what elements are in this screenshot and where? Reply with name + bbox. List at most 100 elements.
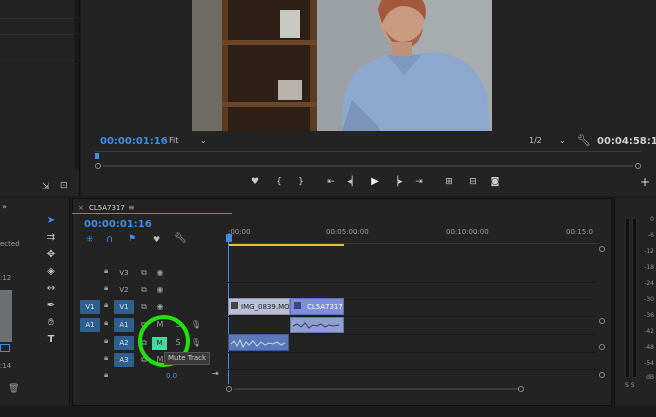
solo-meter-buttons[interactable]: S S bbox=[625, 382, 635, 389]
sync-lock-icon[interactable]: ⧉ bbox=[138, 266, 150, 280]
sync-lock-icon[interactable]: ⧉ bbox=[138, 353, 150, 367]
audio-clip[interactable] bbox=[228, 334, 289, 351]
mark-out-icon[interactable]: } bbox=[293, 177, 309, 187]
selection-tool-icon[interactable]: ➤ bbox=[40, 212, 62, 229]
lock-icon[interactable]: 🔒︎ bbox=[104, 370, 108, 380]
resolution-dropdown[interactable]: 1/2 ⌄ bbox=[529, 136, 571, 147]
lift-icon[interactable]: ⊞ bbox=[441, 177, 457, 187]
chevron-down-icon: ⌄ bbox=[559, 136, 566, 145]
ruler-label: 00:15:0 bbox=[566, 228, 593, 236]
tab-menu-icon[interactable]: ≡ bbox=[128, 203, 135, 212]
type-tool-icon[interactable]: T bbox=[40, 331, 62, 348]
add-marker-icon[interactable]: ♥ bbox=[247, 177, 263, 187]
step-back-icon[interactable]: ◂▏ bbox=[345, 177, 361, 187]
export-frame-icon[interactable]: ◙ bbox=[487, 177, 503, 187]
track-select-tool-icon[interactable]: ⇉ bbox=[40, 229, 62, 246]
clip-name: IMG_0839.MO bbox=[241, 303, 290, 311]
eye-icon[interactable]: ◉ bbox=[154, 266, 166, 280]
microphone-icon[interactable]: 🎙︎ bbox=[190, 336, 202, 350]
razor-tool-icon[interactable]: ◈ bbox=[40, 263, 62, 280]
video-frame bbox=[192, 0, 492, 131]
tooltip: Mute Track bbox=[164, 352, 211, 365]
time-ruler[interactable] bbox=[95, 151, 641, 152]
add-marker-icon[interactable]: ♥ bbox=[153, 235, 160, 244]
lock-icon[interactable]: 🔒︎ bbox=[104, 266, 108, 276]
track-target-a3[interactable]: A3 bbox=[114, 353, 134, 367]
horizontal-scrollbar[interactable] bbox=[226, 386, 600, 393]
new-item-icon[interactable]: ⊡ bbox=[60, 181, 68, 191]
vertical-scrollbar[interactable] bbox=[598, 246, 606, 386]
panel-scrollbar[interactable] bbox=[74, 0, 79, 170]
play-icon[interactable]: ▶ bbox=[367, 176, 383, 187]
scroll-track bbox=[234, 388, 518, 390]
expand-panel-icon[interactable]: » bbox=[2, 202, 7, 211]
playhead-marker[interactable] bbox=[95, 153, 99, 159]
trash-icon[interactable]: 🗑︎ bbox=[8, 384, 19, 394]
scroll-handle-left[interactable] bbox=[226, 386, 232, 392]
project-panel: ⇲ ⊡ bbox=[0, 0, 80, 196]
playhead-timecode[interactable]: 00:00:01:16 bbox=[84, 219, 152, 230]
go-to-end-icon[interactable]: ⇥ bbox=[212, 369, 219, 378]
video-image bbox=[192, 0, 492, 131]
extract-icon[interactable]: ⊟ bbox=[465, 177, 481, 187]
nest-icon[interactable]: ⁜ bbox=[86, 235, 94, 245]
lock-icon[interactable]: 🔒︎ bbox=[104, 353, 108, 363]
add-button-icon[interactable]: + bbox=[637, 175, 653, 189]
scroll-handle[interactable] bbox=[599, 246, 605, 252]
audio-waveform bbox=[230, 338, 286, 349]
pen-tool-icon[interactable]: ✒ bbox=[40, 297, 62, 314]
db-tick: -30 bbox=[644, 296, 654, 303]
wrench-icon[interactable]: 🔧︎ bbox=[577, 134, 591, 147]
track-lane-a1[interactable] bbox=[228, 318, 596, 335]
scroll-handle[interactable] bbox=[599, 344, 605, 350]
list-view-icon[interactable]: ⇲ bbox=[42, 182, 50, 192]
fx-badge-icon bbox=[231, 302, 238, 309]
work-area-bar[interactable] bbox=[228, 244, 344, 246]
track-lane-v3[interactable] bbox=[228, 266, 596, 283]
scroll-handle-right[interactable] bbox=[635, 163, 641, 169]
track-label-v3[interactable]: V3 bbox=[114, 266, 134, 280]
clip-thumbnail[interactable] bbox=[0, 290, 12, 342]
hand-tool-icon[interactable]: ✋︎ bbox=[40, 314, 62, 331]
timeline-settings-icon[interactable]: 🔧︎ bbox=[174, 233, 187, 244]
slip-tool-icon[interactable]: ↔ bbox=[40, 280, 62, 297]
close-tab-icon[interactable]: × bbox=[78, 204, 84, 212]
sequence-tab[interactable]: CL5A7317 bbox=[89, 204, 125, 212]
sync-lock-icon[interactable]: ⧉ bbox=[138, 283, 150, 297]
microphone-icon[interactable]: 🎙︎ bbox=[190, 318, 202, 332]
scroll-handle[interactable] bbox=[599, 318, 605, 324]
playhead-handle[interactable] bbox=[226, 234, 232, 242]
sync-lock-icon[interactable]: ⧉ bbox=[138, 300, 150, 314]
snap-icon[interactable]: ∩ bbox=[106, 234, 113, 245]
lock-icon[interactable]: 🔒︎ bbox=[104, 300, 108, 310]
lock-icon[interactable]: 🔒︎ bbox=[104, 283, 108, 293]
db-tick: 0 bbox=[650, 216, 654, 223]
source-patch-a1[interactable]: A1 bbox=[80, 318, 100, 332]
eye-icon[interactable]: ◉ bbox=[154, 283, 166, 297]
lock-icon[interactable]: 🔒︎ bbox=[104, 336, 108, 346]
track-lane-a3[interactable] bbox=[228, 353, 596, 370]
audio-meter-panel: 0 -6 -12 -18 -24 -30 -36 -42 -48 -54 dB … bbox=[614, 198, 656, 406]
ripple-edit-tool-icon[interactable]: ✥ bbox=[40, 246, 62, 263]
track-label-v2[interactable]: V2 bbox=[114, 283, 134, 297]
track-target-v1[interactable]: V1 bbox=[114, 300, 134, 314]
source-patch-v1[interactable]: V1 bbox=[80, 300, 100, 314]
current-timecode[interactable]: 00:00:01:16 bbox=[100, 136, 168, 147]
master-volume[interactable]: 0.0 bbox=[166, 372, 177, 380]
eye-icon[interactable]: ◉ bbox=[154, 300, 166, 314]
scroll-handle[interactable] bbox=[599, 372, 605, 378]
scroll-handle-right[interactable] bbox=[518, 386, 524, 392]
linked-selection-icon[interactable]: ⚑ bbox=[128, 234, 136, 244]
track-target-a2[interactable]: A2 bbox=[114, 336, 134, 350]
db-tick: -18 bbox=[644, 264, 654, 271]
zoom-dropdown[interactable]: Fit ⌄ bbox=[169, 136, 211, 147]
zoom-scrollbar[interactable] bbox=[95, 163, 643, 169]
go-to-in-icon[interactable]: ⇤ bbox=[323, 177, 339, 187]
scroll-handle-left[interactable] bbox=[95, 163, 101, 169]
step-forward-icon[interactable]: ▕▸ bbox=[389, 177, 405, 187]
track-target-a1[interactable]: A1 bbox=[114, 318, 134, 332]
audio-clip[interactable] bbox=[290, 317, 344, 333]
lock-icon[interactable]: 🔒︎ bbox=[104, 318, 108, 328]
mark-in-icon[interactable]: { bbox=[271, 177, 287, 187]
go-to-out-icon[interactable]: ⇥ bbox=[411, 177, 427, 187]
